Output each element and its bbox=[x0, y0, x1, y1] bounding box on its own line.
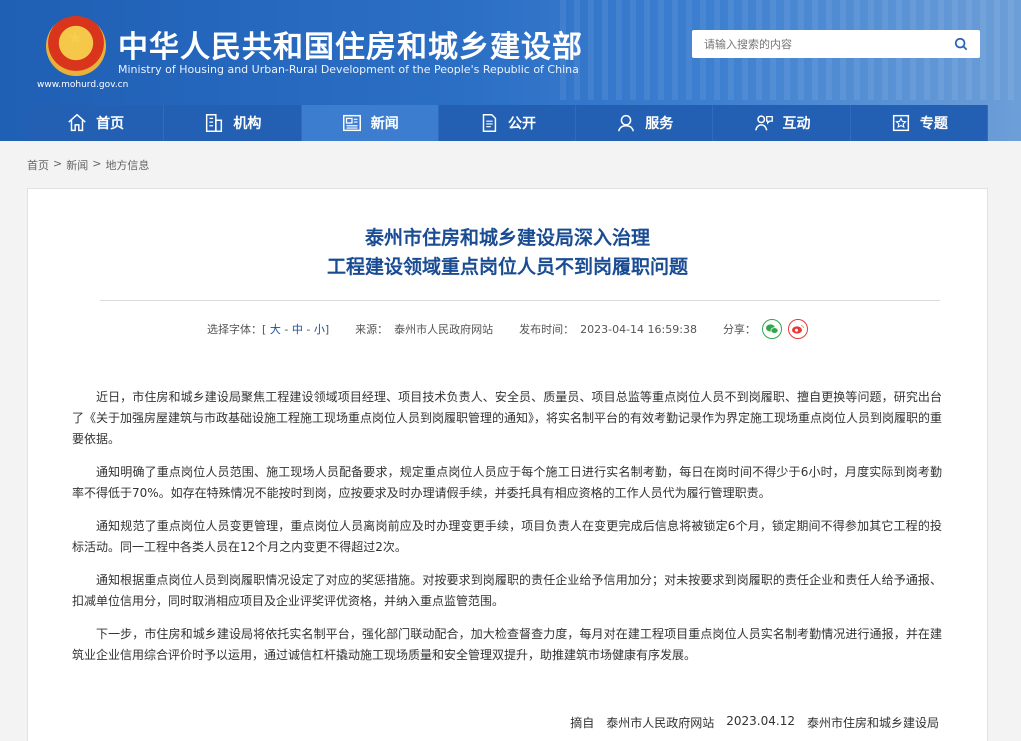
breadcrumb-separator: > bbox=[53, 157, 63, 170]
nav-label: 新闻 bbox=[370, 116, 399, 132]
font-size-medium-link[interactable]: 中 bbox=[292, 323, 303, 336]
source-label: 来源： bbox=[355, 323, 389, 336]
article-title-line2: 工程建设领域重点岗位人员不到岗履职问题 bbox=[326, 256, 688, 278]
search-box bbox=[692, 30, 980, 58]
breadcrumb-local-info[interactable]: 地方信息 bbox=[105, 157, 149, 173]
article-body: 近日，市住房和城乡建设局聚焦工程建设领域项目经理、项目技术负责人、安全员、质量员… bbox=[72, 387, 942, 678]
article-panel: 泰州市住房和城乡建设局深入治理 工程建设领域重点岗位人员不到岗履职问题 选择字体… bbox=[27, 188, 988, 741]
breadcrumb-home[interactable]: 首页 bbox=[27, 157, 49, 173]
nav-item-service[interactable]: 服务 bbox=[576, 105, 714, 141]
site-header: ★ www.mohurd.gov.cn 中华人民共和国住房和城乡建设部 Mini… bbox=[0, 0, 1021, 141]
nav-item-news[interactable]: 新闻 bbox=[301, 105, 439, 141]
interaction-icon bbox=[754, 115, 773, 131]
article-meta: 选择字体：[ 大 - 中 - 小] 来源： 泰州市人民政府网站 发布时间： 20… bbox=[28, 319, 987, 339]
article-paragraph: 近日，市住房和城乡建设局聚焦工程建设领域项目经理、项目技术负责人、安全员、质量员… bbox=[72, 390, 943, 446]
nav-item-public[interactable]: 公开 bbox=[438, 105, 577, 141]
nav-item-topic[interactable]: 专题 bbox=[850, 105, 988, 141]
breadcrumb: 首页 > 新闻 > 地方信息 bbox=[27, 157, 149, 173]
title-divider bbox=[100, 300, 940, 301]
search-icon bbox=[954, 37, 968, 51]
excerpt-org: 泰州市住房和城乡建设局 bbox=[806, 716, 939, 730]
site-title[interactable]: 中华人民共和国住房和城乡建设部 bbox=[118, 22, 583, 66]
article-source-footer: 摘自 泰州市人民政府网站 2023.04.12 泰州市住房和城乡建设局 bbox=[570, 714, 939, 731]
excerpt-date: 2023.04.12 bbox=[726, 714, 795, 728]
nav-label: 服务 bbox=[645, 116, 674, 132]
national-emblem-icon: ★ bbox=[46, 16, 106, 76]
font-bracket-close: ] bbox=[324, 323, 330, 336]
site-subtitle: Ministry of Housing and Urban-Rural Deve… bbox=[118, 63, 579, 76]
font-size-separator: - bbox=[306, 323, 311, 336]
nav-item-organization[interactable]: 机构 bbox=[164, 105, 302, 141]
newspaper-icon bbox=[342, 114, 361, 132]
article-paragraph: 通知根据重点岗位人员到岗履职情况设定了对应的奖惩措施。对按要求到岗履职的责任企业… bbox=[72, 573, 942, 608]
nav-label: 专题 bbox=[919, 116, 948, 132]
home-icon bbox=[68, 113, 86, 132]
font-size-small-link[interactable]: 小 bbox=[314, 323, 325, 336]
document-icon bbox=[482, 114, 497, 132]
article-paragraph: 下一步，市住房和城乡建设局将依托实名制平台，强化部门联动配合，加大检查督查力度，… bbox=[72, 627, 942, 662]
excerpt-site: 泰州市人民政府网站 bbox=[606, 716, 715, 730]
search-button[interactable] bbox=[942, 30, 980, 58]
article-paragraph: 通知明确了重点岗位人员范围、施工现场人员配备要求，规定重点岗位人员应于每个施工日… bbox=[72, 465, 942, 500]
article-paragraph: 通知规范了重点岗位人员变更管理，重点岗位人员离岗前应及时办理变更手续，项目负责人… bbox=[72, 519, 942, 554]
topic-icon bbox=[892, 114, 909, 132]
building-icon bbox=[206, 114, 223, 132]
share-label: 分享： bbox=[722, 323, 756, 336]
publish-time-value: 2023-04-14 16:59:38 bbox=[580, 322, 697, 336]
nav-label: 机构 bbox=[233, 116, 262, 132]
nav-label: 首页 bbox=[96, 116, 125, 132]
font-bracket-open: [ bbox=[262, 323, 267, 336]
nav-item-interaction[interactable]: 互动 bbox=[713, 105, 851, 141]
font-size-large-link[interactable]: 大 bbox=[270, 323, 281, 336]
font-size-separator: - bbox=[284, 323, 289, 336]
breadcrumb-news[interactable]: 新闻 bbox=[66, 157, 88, 173]
article-title-line1: 泰州市住房和城乡建设局深入治理 bbox=[364, 227, 650, 249]
source-value: 泰州市人民政府网站 bbox=[394, 323, 494, 336]
search-input[interactable] bbox=[692, 30, 942, 58]
service-icon bbox=[618, 114, 635, 132]
publish-time-label: 发布时间： bbox=[519, 323, 575, 336]
nav-label: 公开 bbox=[507, 116, 536, 132]
nav-label: 互动 bbox=[782, 116, 811, 132]
nav-item-home[interactable]: 首页 bbox=[27, 105, 165, 141]
site-url: www.mohurd.gov.cn bbox=[37, 80, 129, 90]
font-size-label: 选择字体： bbox=[207, 323, 263, 336]
excerpt-prefix: 摘自 bbox=[570, 716, 595, 730]
weibo-share-icon[interactable] bbox=[787, 319, 808, 339]
font-size-selector: 选择字体：[ 大 - 中 - 小] bbox=[207, 321, 329, 337]
wechat-share-icon[interactable] bbox=[761, 319, 782, 339]
breadcrumb-separator: > bbox=[92, 157, 102, 170]
main-nav: 首页 机构 新闻 公开 服务 互动 专题 bbox=[27, 105, 988, 141]
